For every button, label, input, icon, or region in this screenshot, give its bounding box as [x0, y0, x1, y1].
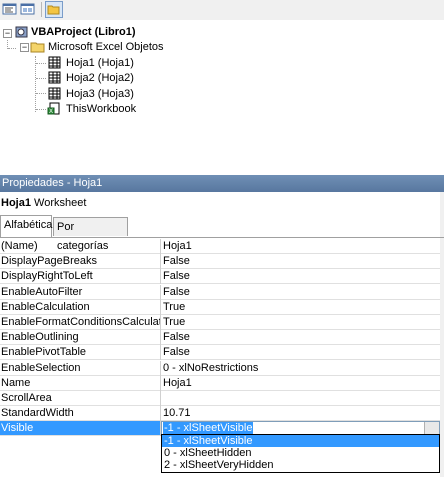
property-name: (Name): [1, 240, 38, 252]
column-divider: [160, 376, 161, 391]
property-value[interactable]: False: [163, 330, 433, 345]
tree-connector: [36, 78, 46, 79]
property-row[interactable]: EnableAutoFilter False: [0, 285, 440, 300]
column-divider: [160, 254, 161, 269]
folder-icon[interactable]: [45, 1, 63, 18]
property-row[interactable]: Name Hoja1: [0, 376, 440, 391]
tree-connector: [36, 109, 46, 110]
tree-connector: [36, 93, 46, 94]
tree-item-label: Hoja1 (Hoja1): [66, 57, 134, 69]
column-divider: [160, 285, 161, 300]
property-name: StandardWidth: [1, 407, 74, 419]
property-value[interactable]: Hoja1: [163, 376, 433, 391]
column-divider: [160, 315, 161, 330]
property-value[interactable]: True: [163, 300, 433, 315]
property-name: EnableSelection: [1, 362, 81, 374]
column-divider: [160, 345, 161, 360]
property-name: EnableCalculation: [1, 301, 90, 313]
property-name: EnableOutlining: [1, 331, 79, 343]
property-name: EnablePivotTable: [1, 346, 87, 358]
folder-icon: [30, 40, 46, 59]
property-value[interactable]: False: [163, 254, 433, 269]
property-row[interactable]: EnableSelection 0 - xlNoRestrictions: [0, 361, 440, 376]
property-name: EnableAutoFilter: [1, 286, 83, 298]
explorer-toolbar: [0, 0, 444, 20]
dropdown-option-visible[interactable]: -1 - xlSheetVisible: [162, 435, 439, 447]
property-value[interactable]: 10.71: [163, 406, 433, 421]
property-row[interactable]: EnablePivotTable False: [0, 345, 440, 360]
property-name: EnableFormatConditionsCalculation: [1, 316, 160, 328]
property-value: -1 - xlSheetVisible: [163, 422, 254, 434]
property-name: ScrollArea: [1, 392, 52, 404]
view-object-icon[interactable]: [20, 1, 38, 18]
tree-item-label: Hoja3 (Hoja3): [66, 88, 134, 100]
tree-connector: [35, 56, 36, 112]
property-value[interactable]: 0 - xlNoRestrictions: [163, 361, 433, 376]
tree-item-label: Hoja2 (Hoja2): [66, 72, 134, 84]
column-divider: [160, 300, 161, 315]
workbook-icon: X: [47, 102, 63, 121]
property-name: DisplayRightToLeft: [1, 270, 93, 282]
property-grid: (Name) Hoja1 DisplayPageBreaks False Display…: [0, 239, 440, 439]
object-type: Worksheet: [34, 197, 87, 209]
property-row[interactable]: DisplayRightToLeft False: [0, 269, 440, 284]
tree-folder-label: Microsoft Excel Objetos: [48, 41, 164, 53]
property-row[interactable]: DisplayPageBreaks False: [0, 254, 440, 269]
property-value[interactable]: False: [163, 285, 433, 300]
property-name: DisplayPageBreaks: [1, 255, 97, 267]
project-tree: − VBAProject (Libro1) − Microsoft Excel …: [0, 20, 444, 175]
dropdown-option-veryhidden[interactable]: 2 - xlSheetVeryHidden: [162, 459, 439, 471]
tree-connector: [36, 63, 46, 64]
property-row[interactable]: ScrollArea: [0, 391, 440, 406]
property-row[interactable]: EnableOutlining False: [0, 330, 440, 345]
visible-dropdown-list[interactable]: -1 - xlSheetVisible 0 - xlSheetHidden 2 …: [161, 434, 440, 473]
property-row[interactable]: EnableFormatConditionsCalculation True: [0, 315, 440, 330]
column-divider: [160, 239, 161, 254]
column-divider: [160, 391, 161, 406]
column-divider: [160, 330, 161, 345]
property-value[interactable]: Hoja1: [163, 239, 433, 254]
property-value[interactable]: False: [163, 269, 433, 284]
collapse-folder-icon[interactable]: −: [20, 43, 29, 52]
tab-alphabetic[interactable]: Alfabética: [0, 215, 52, 237]
property-row[interactable]: StandardWidth 10.71: [0, 406, 440, 421]
toolbar-separator: [41, 2, 42, 17]
object-selector[interactable]: Hoja1 Worksheet: [0, 195, 444, 212]
tree-item-label: ThisWorkbook: [66, 103, 137, 115]
object-name: Hoja1: [1, 197, 31, 209]
property-row[interactable]: EnableCalculation True: [0, 300, 440, 315]
svg-text:X: X: [49, 109, 53, 115]
column-divider: [160, 406, 161, 421]
dropdown-option-hidden[interactable]: 0 - xlSheetHidden: [162, 447, 439, 459]
tree-project-label: VBAProject (Libro1): [31, 26, 136, 38]
property-row[interactable]: (Name) Hoja1: [0, 239, 440, 254]
tab-by-category[interactable]: Por categorías: [53, 217, 128, 252]
properties-tabs: Alfabética Por categorías: [0, 215, 444, 252]
column-divider: [160, 361, 161, 376]
property-name: Name: [1, 377, 31, 389]
property-name: Visible: [1, 422, 34, 434]
collapse-project-icon[interactable]: −: [3, 29, 12, 38]
view-code-icon[interactable]: [2, 1, 20, 18]
property-value[interactable]: [163, 391, 433, 406]
column-divider: [160, 269, 161, 284]
property-value[interactable]: False: [163, 345, 433, 360]
properties-title-bar: Propiedades - Hoja1: [0, 175, 444, 192]
property-value[interactable]: True: [163, 315, 433, 330]
tree-connector: [8, 48, 16, 49]
